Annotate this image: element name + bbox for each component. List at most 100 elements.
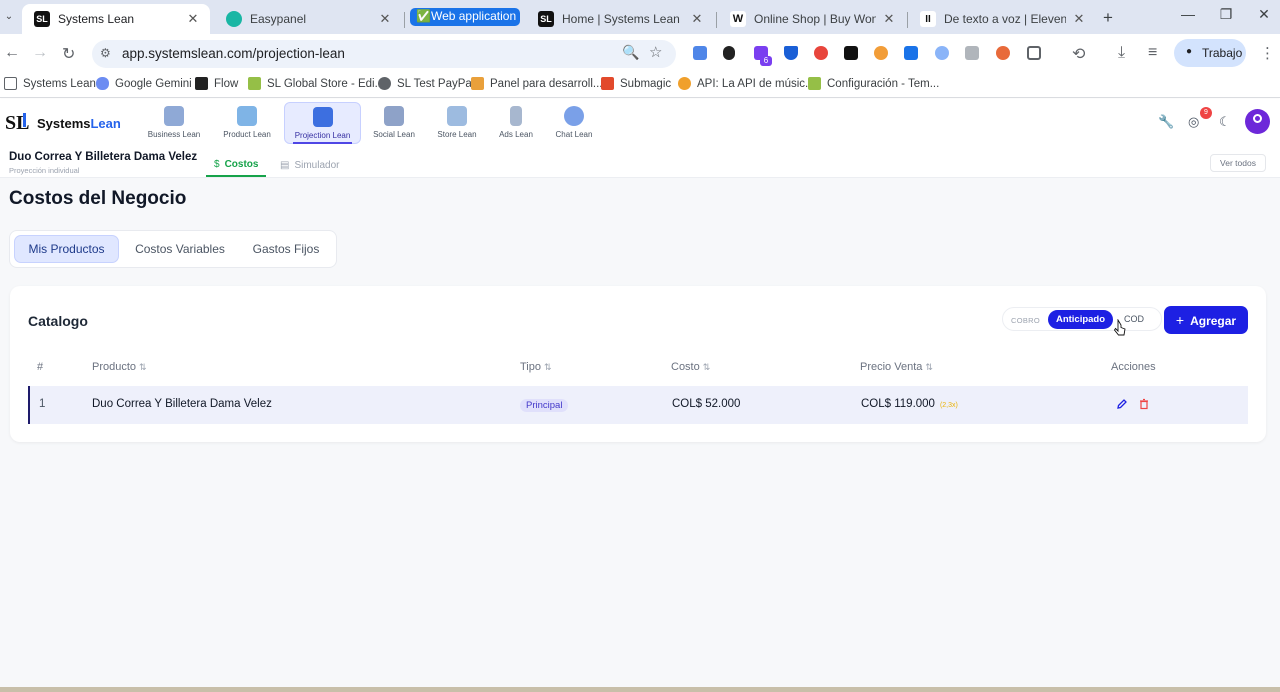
- back-icon[interactable]: ←: [4, 44, 20, 62]
- site-info-icon[interactable]: ⚙: [100, 46, 111, 60]
- bookmark-label: SL Global Store - Edi...: [267, 77, 385, 90]
- extension-sl-icon[interactable]: [844, 46, 858, 60]
- extension-burst-icon[interactable]: [996, 46, 1010, 60]
- tab-simulador[interactable]: ▤ Simulador: [272, 153, 347, 177]
- mouse-pointer-icon: [1114, 319, 1126, 336]
- bookmark-label: Configuración - Tem...: [827, 77, 940, 90]
- close-tab-icon[interactable]: ✕: [1072, 11, 1086, 27]
- wrench-icon[interactable]: 🔧: [1158, 114, 1174, 130]
- nav-projection-lean[interactable]: Projection Lean: [284, 102, 361, 144]
- extension-pen-icon[interactable]: [723, 46, 735, 60]
- segment-gastos-fijos[interactable]: Gastos Fijos: [243, 235, 329, 263]
- browser-tab-elevenlabs[interactable]: II De texto a voz | ElevenLabs ✕: [908, 4, 1096, 34]
- extension-circle-icon[interactable]: [814, 46, 828, 60]
- tab-search-icon[interactable]: ⌄: [2, 8, 16, 26]
- table-row[interactable]: 1 Duo Correa Y Billetera Dama Velez Prin…: [28, 386, 1248, 424]
- extensions-puzzle-icon[interactable]: [1027, 46, 1041, 60]
- segment-costos-variables[interactable]: Costos Variables: [127, 235, 233, 263]
- column-header-type[interactable]: Tipo ⇅: [520, 361, 552, 373]
- column-header-sale-price[interactable]: Precio Venta ⇅: [860, 361, 933, 373]
- nav-ads-lean[interactable]: Ads Lean: [494, 102, 538, 144]
- notifications-icon[interactable]: ◎: [1188, 114, 1199, 130]
- bookmark-item[interactable]: Configuración - Tem...: [808, 77, 939, 90]
- bookmark-item[interactable]: Systems Lean: [4, 77, 96, 90]
- nav-social-lean[interactable]: Social Lean: [368, 102, 420, 144]
- payment-option-anticipado[interactable]: Anticipado: [1048, 310, 1113, 329]
- nav-product-lean[interactable]: Product Lean: [218, 102, 276, 144]
- extension-doc-icon[interactable]: [693, 46, 707, 60]
- bookmark-label: SL Test PayPal: [397, 77, 475, 90]
- restore-icon[interactable]: ❐: [1216, 6, 1236, 23]
- browser-tab-wondershare[interactable]: W Online Shop | Buy Wondersh ✕: [718, 4, 906, 34]
- close-tab-icon[interactable]: ✕: [378, 11, 392, 27]
- see-all-button[interactable]: Ver todos: [1210, 154, 1266, 172]
- edit-pencil-icon[interactable]: [1116, 398, 1128, 410]
- bookmark-item[interactable]: Google Gemini: [96, 77, 192, 90]
- browser-menu-icon[interactable]: ⋮: [1260, 44, 1275, 62]
- bookmark-item[interactable]: Submagic: [601, 77, 671, 90]
- nav-chat-lean[interactable]: Chat Lean: [550, 102, 598, 144]
- extension-puzzle-blue-icon[interactable]: [904, 46, 918, 60]
- bookmark-item[interactable]: SL Test PayPal: [378, 77, 474, 90]
- column-label: Tipo: [520, 361, 541, 373]
- bookmark-label: API: La API de músic...: [697, 77, 815, 90]
- bookmarks-bar: Systems Lean Google Gemini Flow SL Globa…: [0, 72, 1280, 98]
- zoom-icon[interactable]: 🔍: [622, 44, 639, 61]
- bookmark-item[interactable]: Flow: [195, 77, 238, 90]
- markup-multiplier: (2,3x): [939, 402, 958, 409]
- bookmark-item[interactable]: SL Global Store - Edi...: [248, 77, 384, 90]
- column-header-index: #: [37, 361, 43, 373]
- reload-icon[interactable]: ↻: [62, 44, 75, 64]
- column-header-product[interactable]: Producto ⇅: [92, 361, 147, 373]
- gemini-icon: [96, 77, 109, 90]
- close-tab-icon[interactable]: ✕: [186, 11, 200, 27]
- close-window-icon[interactable]: ✕: [1254, 6, 1274, 23]
- delete-trash-icon[interactable]: [1138, 398, 1150, 410]
- tab-group-web-application[interactable]: ✅Web application d: [410, 8, 520, 26]
- tab-label: Simulador: [294, 159, 340, 171]
- tab-title: Systems Lean: [58, 12, 135, 26]
- add-product-button[interactable]: + Agregar: [1164, 306, 1248, 334]
- payment-option-cod[interactable]: COD: [1124, 314, 1144, 324]
- extension-gear-icon[interactable]: [935, 46, 949, 60]
- column-header-cost[interactable]: Costo ⇅: [671, 361, 710, 373]
- browser-tab-home-systems-lean[interactable]: SL Home | Systems Lean ✕: [526, 4, 714, 34]
- ads-phone-icon: [510, 106, 522, 126]
- extension-code-icon[interactable]: [965, 46, 979, 60]
- extension-orange-icon[interactable]: [874, 46, 888, 60]
- bookmark-item[interactable]: Panel para desarroll...: [471, 77, 603, 90]
- payment-mode-toggle: COBRO Anticipado COD: [1002, 307, 1162, 331]
- minimize-icon[interactable]: —: [1178, 6, 1198, 22]
- flow-icon: [195, 77, 208, 90]
- new-tab-icon[interactable]: +: [1103, 8, 1113, 28]
- download-icon[interactable]: ⤓: [1118, 44, 1125, 62]
- profile-chip[interactable]: ● Trabajo: [1174, 39, 1246, 67]
- url-text[interactable]: app.systemslean.com/projection-lean: [122, 46, 345, 61]
- segment-mis-productos[interactable]: Mis Productos: [14, 235, 119, 263]
- nav-store-lean[interactable]: Store Lean: [434, 102, 480, 144]
- close-tab-icon[interactable]: ✕: [690, 11, 704, 27]
- history-icon[interactable]: ⟲: [1072, 44, 1085, 64]
- browser-tab-systems-lean[interactable]: SL Systems Lean ✕: [22, 4, 210, 34]
- column-label: Acciones: [1111, 361, 1156, 373]
- close-tab-icon[interactable]: ✕: [882, 11, 896, 27]
- systems-lean-favicon-icon: SL: [34, 11, 50, 27]
- extension-shield-icon[interactable]: [784, 46, 798, 60]
- media-controls-icon[interactable]: ≡: [1148, 44, 1157, 62]
- dark-mode-moon-icon[interactable]: ☾: [1219, 114, 1231, 130]
- systems-lean-logo[interactable]: SL: [4, 110, 32, 134]
- dollar-icon: $: [214, 158, 220, 170]
- nav-label: Chat Lean: [555, 130, 593, 139]
- bookmark-star-icon[interactable]: ☆: [649, 43, 662, 61]
- add-button-label: Agregar: [1190, 314, 1237, 328]
- tab-costos[interactable]: $ Costos: [206, 153, 267, 177]
- bookmark-item[interactable]: API: La API de músic...: [678, 77, 815, 90]
- bookmark-label: Systems Lean: [23, 77, 96, 90]
- forward-icon[interactable]: →: [32, 44, 48, 62]
- column-label: Producto: [92, 361, 137, 373]
- address-bar[interactable]: ⚙ app.systemslean.com/projection-lean 🔍 …: [92, 40, 676, 68]
- nav-business-lean[interactable]: Business Lean: [144, 102, 204, 144]
- browser-tab-easypanel[interactable]: Easypanel ✕: [214, 4, 402, 34]
- user-avatar[interactable]: [1245, 109, 1270, 134]
- submagic-icon: [601, 77, 614, 90]
